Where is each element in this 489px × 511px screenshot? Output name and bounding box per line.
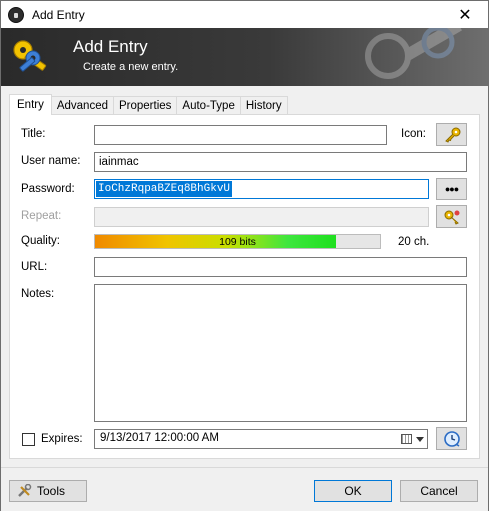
tab-history[interactable]: History xyxy=(239,96,288,115)
keys-icon xyxy=(13,40,47,72)
header-banner: Add Entry Create a new entry. xyxy=(1,28,488,86)
quality-label: Quality: xyxy=(21,235,60,247)
expiry-presets-button[interactable] xyxy=(436,427,467,450)
banner-title: Add Entry xyxy=(73,37,148,56)
expiry-date-picker[interactable]: 9/13/2017 12:00:00 AM xyxy=(94,429,428,449)
url-label: URL: xyxy=(21,261,48,273)
generate-password-button[interactable] xyxy=(436,205,467,228)
tools-button[interactable]: Tools xyxy=(9,480,87,502)
show-password-button[interactable]: ●●● xyxy=(436,178,467,200)
add-entry-window: Add Entry ✕ Add Entry Create a new entry… xyxy=(0,0,489,511)
calendar-icon[interactable] xyxy=(401,434,412,444)
repeat-password-input[interactable] xyxy=(94,207,429,227)
icon-label: Icon: xyxy=(401,128,426,140)
username-input[interactable] xyxy=(94,152,467,172)
banner-watermark-icon xyxy=(365,28,462,79)
ok-button[interactable]: OK xyxy=(314,480,392,502)
tab-auto-type[interactable]: Auto-Type xyxy=(176,96,241,115)
repeat-label: Repeat: xyxy=(21,210,62,222)
close-button[interactable]: ✕ xyxy=(442,1,488,28)
tools-button-label: Tools xyxy=(37,484,66,498)
username-label: User name: xyxy=(21,155,81,167)
entry-tab-panel: Title: Icon: User name: Password: IoChzR… xyxy=(9,114,480,459)
key-generator-icon xyxy=(444,210,459,225)
window-title: Add Entry xyxy=(32,7,85,22)
title-label: Title: xyxy=(21,128,46,140)
tab-advanced[interactable]: Advanced xyxy=(50,96,114,115)
quality-char-count: 20 ch. xyxy=(398,236,430,248)
cancel-button[interactable]: Cancel xyxy=(400,480,478,502)
expiry-date-value: 9/13/2017 12:00:00 AM xyxy=(100,432,219,444)
icon-picker-button[interactable] xyxy=(436,123,467,146)
title-bar: Add Entry ✕ xyxy=(1,1,488,28)
notes-label: Notes: xyxy=(21,288,55,300)
tab-strip: Entry Advanced Properties Auto-Type Hist… xyxy=(9,94,288,115)
banner-subtitle: Create a new entry. xyxy=(83,61,179,73)
clock-icon xyxy=(443,430,460,447)
key-icon xyxy=(444,127,460,143)
notes-textarea[interactable] xyxy=(94,284,467,422)
title-input[interactable] xyxy=(94,125,387,145)
password-selected-text: IoChzRqpaBZEq8BhGkvU xyxy=(96,181,233,197)
tab-entry[interactable]: Entry xyxy=(9,94,52,115)
quality-bar: 109 bits xyxy=(94,234,381,249)
password-label: Password: xyxy=(21,183,75,195)
tab-properties[interactable]: Properties xyxy=(113,96,178,115)
tools-icon xyxy=(18,484,32,497)
url-input[interactable] xyxy=(94,257,467,277)
keepass-lock-icon xyxy=(8,6,24,23)
chevron-down-icon[interactable] xyxy=(416,437,424,442)
quality-bits-text: 109 bits xyxy=(219,235,256,248)
expires-checkbox[interactable] xyxy=(22,433,35,446)
expires-label: Expires: xyxy=(41,433,83,445)
